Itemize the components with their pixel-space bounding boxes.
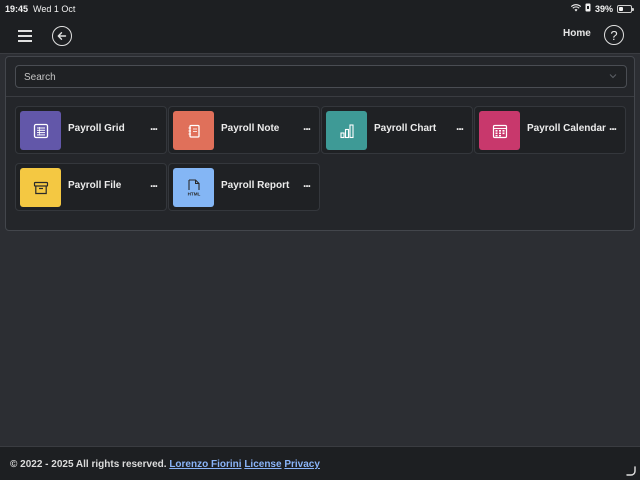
copyright-text: © 2022 - 2025 All rights reserved.	[10, 459, 167, 470]
status-right: 39%	[570, 3, 634, 14]
battery-icon	[617, 4, 634, 13]
card-tile	[173, 111, 214, 150]
help-button[interactable]: ?	[604, 25, 624, 45]
back-button[interactable]	[52, 26, 72, 46]
more-options-button[interactable]: ...	[303, 176, 311, 190]
footer-content: © 2022 - 2025 All rights reserved. Loren…	[10, 459, 320, 470]
search-input[interactable]	[24, 72, 584, 83]
more-options-button[interactable]: ...	[456, 119, 464, 133]
card-payroll-grid[interactable]: Payroll Grid ...	[15, 106, 167, 154]
html-file-icon: HTML	[187, 178, 200, 196]
hamburger-icon[interactable]	[18, 30, 32, 42]
wifi-icon	[570, 3, 582, 14]
search-field[interactable]	[15, 65, 627, 88]
card-payroll-file[interactable]: Payroll File ...	[15, 163, 167, 211]
author-link[interactable]: Lorenzo Fiorini	[169, 459, 241, 470]
card-label: Payroll Chart	[374, 123, 437, 134]
footer: © 2022 - 2025 All rights reserved. Loren…	[0, 446, 640, 480]
bar-chart-icon	[339, 123, 354, 138]
help-icon: ?	[610, 27, 618, 43]
battery-level	[619, 6, 624, 11]
apps-panel: Payroll Grid ... Payroll Note ... Payrol…	[5, 56, 635, 231]
status-date: Wed 1 Oct	[33, 4, 76, 14]
more-options-button[interactable]: ...	[150, 119, 158, 133]
divider	[6, 96, 634, 97]
card-payroll-note[interactable]: Payroll Note ...	[168, 106, 320, 154]
card-label: Payroll Note	[221, 123, 280, 134]
license-link[interactable]: License	[244, 459, 281, 470]
card-tile: HTML	[173, 168, 214, 207]
more-options-button[interactable]: ...	[609, 119, 617, 133]
back-arrow-icon	[57, 32, 67, 40]
grid-icon	[33, 123, 48, 138]
card-tile	[20, 111, 61, 150]
card-payroll-report[interactable]: HTML Payroll Report ...	[168, 163, 320, 211]
card-tile	[20, 168, 61, 207]
archive-box-icon	[33, 181, 48, 194]
resize-handle-icon[interactable]	[626, 466, 636, 476]
battery-percent: 39%	[594, 3, 613, 14]
card-label: Payroll Report	[221, 180, 290, 191]
lock-rotation-icon	[585, 3, 591, 14]
svg-text:HTML: HTML	[187, 191, 200, 196]
more-options-button[interactable]: ...	[303, 119, 311, 133]
card-payroll-calendar[interactable]: Payroll Calendar ...	[474, 106, 626, 154]
note-icon	[188, 124, 200, 138]
card-payroll-chart[interactable]: Payroll Chart ...	[321, 106, 473, 154]
card-tile	[326, 111, 367, 150]
calendar-icon	[492, 124, 507, 138]
status-time: 19:45	[5, 4, 29, 14]
card-tile	[479, 111, 520, 150]
status-bar: 19:45 Wed 1 Oct 39%	[0, 0, 640, 18]
home-link[interactable]: Home	[563, 28, 591, 39]
chevron-down-icon[interactable]	[609, 72, 617, 80]
top-nav: Home ?	[0, 18, 640, 54]
card-label: Payroll Grid	[68, 123, 125, 134]
card-label: Payroll Calendar	[527, 123, 606, 134]
more-options-button[interactable]: ...	[150, 176, 158, 190]
card-label: Payroll File	[68, 180, 122, 191]
privacy-link[interactable]: Privacy	[284, 459, 320, 470]
